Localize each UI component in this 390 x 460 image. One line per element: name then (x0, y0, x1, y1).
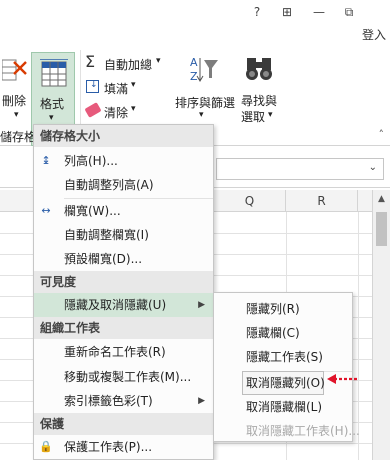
sort-filter-icon[interactable]: A Z (186, 54, 220, 86)
column-width-icon: ↔ (41, 204, 51, 217)
submenu-item-hide-columns[interactable]: 隱藏欄(C) (214, 321, 352, 346)
minimize-button[interactable]: — (306, 2, 332, 22)
menu-item-protect-sheet[interactable]: 🔒 保護工作表(P)... (34, 435, 213, 459)
menu-item-label: 索引標籤色彩(T) (64, 394, 153, 408)
menu-section-protection: 保護 (34, 413, 213, 435)
menu-item-autofit-row-height[interactable]: 自動調整列高(A) (34, 173, 213, 197)
menu-item-label: 隱藏及取消隱藏(U) (64, 298, 167, 312)
menu-item-move-copy-sheet[interactable]: 移動或複製工作表(M)... (34, 365, 213, 389)
menu-item-rename-sheet[interactable]: 重新命名工作表(R) (34, 340, 213, 364)
menu-item-default-width[interactable]: 預設欄寬(D)... (34, 247, 213, 271)
ribbon-display-options-icon[interactable]: ⊞ (274, 2, 300, 22)
restore-button[interactable]: ⧉ (336, 2, 362, 22)
hide-unhide-submenu: 隱藏列(R) 隱藏欄(C) 隱藏工作表(S) 取消隱藏列(O) 取消隱藏欄(L)… (213, 292, 360, 442)
eraser-icon[interactable] (84, 102, 102, 118)
menu-item-tab-color[interactable]: 索引標籤色彩(T) ▶ (34, 389, 213, 413)
clear-label[interactable]: 清除 (104, 104, 128, 121)
clear-chevron-icon[interactable]: ▾ (131, 104, 136, 114)
submenu-item-hide-sheet[interactable]: 隱藏工作表(S) (214, 345, 352, 370)
menu-item-label: 保護工作表(P)... (64, 440, 153, 454)
menu-item-label: 欄寬(W)... (64, 204, 121, 218)
menu-item-label: 自動調整欄寬(I) (64, 228, 149, 242)
delete-icon[interactable] (1, 56, 28, 84)
column-header-r[interactable]: R (286, 190, 358, 212)
menu-section-organize-sheets: 組織工作表 (34, 317, 213, 339)
autosum-icon[interactable]: Σ (85, 54, 101, 70)
fill-icon[interactable]: ↓ (86, 80, 99, 93)
menu-item-autofit-column-width[interactable]: 自動調整欄寬(I) (34, 223, 213, 247)
scrollbar-thumb[interactable] (376, 212, 387, 246)
sort-filter-chevron-icon[interactable]: ▾ (199, 110, 204, 120)
menu-item-label: 預設欄寬(D)... (64, 252, 143, 266)
menu-item-label: 列高(H)... (64, 154, 118, 168)
submenu-item-hide-rows[interactable]: 隱藏列(R) (214, 297, 352, 322)
collapse-ribbon-icon[interactable]: ˄ (379, 128, 385, 141)
vertical-scrollbar[interactable]: ▲ (372, 190, 390, 460)
find-select-label-line2[interactable]: 選取 (241, 108, 265, 125)
menu-item-column-width[interactable]: ↔ 欄寬(W)... (34, 199, 213, 223)
format-icon (40, 59, 68, 87)
menu-item-label: 移動或複製工作表(M)... (64, 370, 192, 384)
sign-in-link[interactable]: 登入 (362, 26, 386, 43)
delete-chevron-icon: ▾ (14, 110, 19, 120)
binoculars-icon[interactable] (244, 54, 274, 84)
annotation-arrow-icon (327, 374, 359, 384)
cells-group-label: 儲存格 (0, 130, 37, 144)
autosum-chevron-icon[interactable]: ▾ (156, 56, 161, 66)
formula-input[interactable]: ⌄ (216, 158, 384, 180)
svg-text:A: A (190, 56, 198, 69)
scroll-up-icon[interactable]: ▲ (376, 194, 387, 205)
submenu-arrow-icon: ▶ (198, 396, 205, 406)
menu-item-label: 重新命名工作表(R) (64, 345, 166, 359)
format-dropdown-menu: 儲存格大小 ↨ 列高(H)... 自動調整列高(A) ↔ 欄寬(W)... 自動… (33, 124, 214, 460)
submenu-item-unhide-sheet: 取消隱藏工作表(H)... (246, 424, 360, 438)
help-button[interactable]: ? (244, 2, 270, 22)
autosum-label[interactable]: 自動加總 (104, 56, 152, 73)
expand-formula-bar-icon[interactable]: ⌄ (369, 162, 377, 173)
submenu-item-unhide-columns[interactable]: 取消隱藏欄(L) (214, 395, 352, 420)
find-select-label-line1[interactable]: 尋找與 (241, 92, 277, 109)
menu-item-row-height[interactable]: ↨ 列高(H)... (34, 149, 213, 173)
row-height-icon: ↨ (41, 154, 51, 167)
submenu-arrow-icon: ▶ (198, 300, 205, 310)
submenu-item-unhide-rows[interactable]: 取消隱藏列(O) (242, 371, 325, 395)
fill-label[interactable]: 填滿 (104, 80, 128, 97)
fill-chevron-icon[interactable]: ▾ (131, 80, 136, 90)
menu-item-hide-unhide[interactable]: 隱藏及取消隱藏(U) ▶ (34, 293, 213, 317)
menu-section-cell-size: 儲存格大小 (34, 125, 213, 147)
lock-icon: 🔒 (39, 440, 53, 453)
find-select-chevron-icon[interactable]: ▾ (268, 110, 273, 120)
format-chevron-icon: ▾ (49, 113, 54, 123)
title-bar: ? ⊞ — ⧉ (0, 0, 390, 24)
format-label: 格式 (40, 97, 65, 111)
menu-item-label: 自動調整列高(A) (64, 178, 154, 192)
sort-filter-label[interactable]: 排序與篩選 (175, 94, 235, 111)
menu-section-visibility: 可見度 (34, 271, 213, 293)
column-header-q[interactable]: Q (214, 190, 286, 212)
delete-label: 刪除 (2, 94, 27, 108)
